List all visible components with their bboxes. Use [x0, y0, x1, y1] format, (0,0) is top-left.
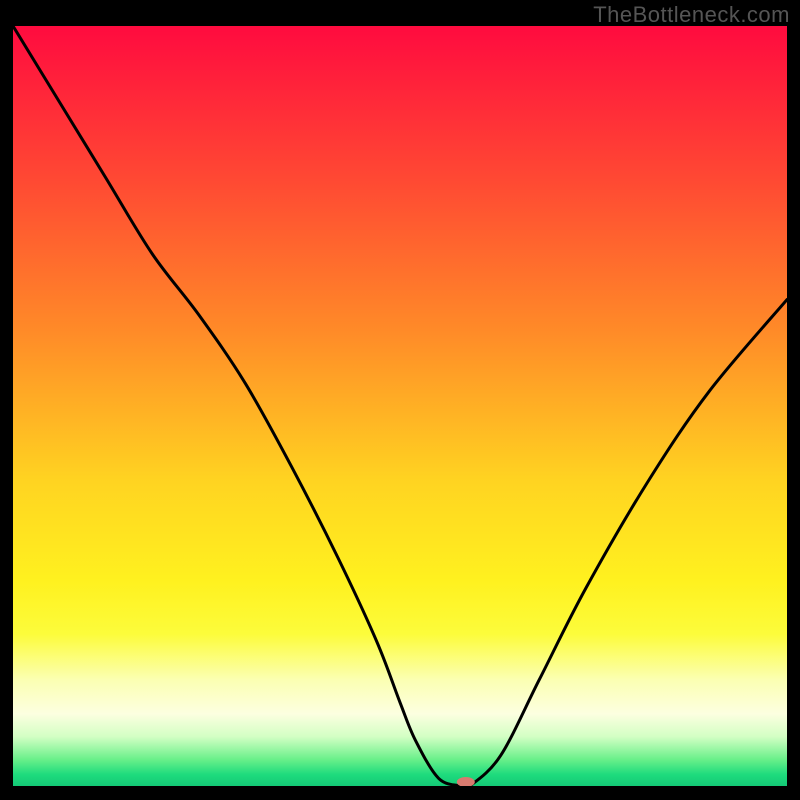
chart-frame: TheBottleneck.com — [0, 0, 800, 800]
watermark-text: TheBottleneck.com — [593, 2, 790, 28]
bottleneck-chart — [13, 26, 787, 786]
plot-area — [13, 26, 787, 786]
gradient-background — [13, 26, 787, 786]
